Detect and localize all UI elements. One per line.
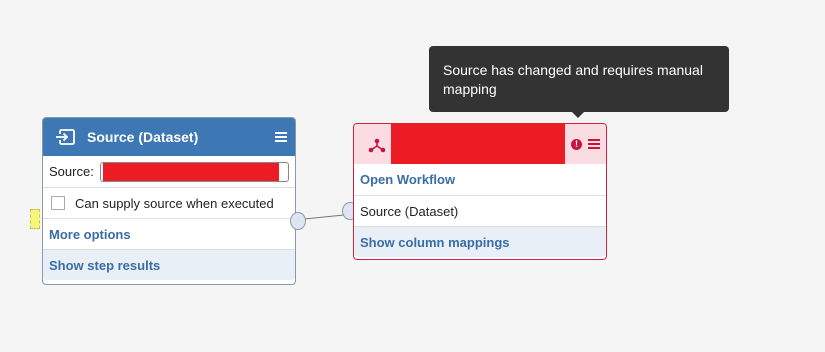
tooltip-arrow xyxy=(571,111,585,118)
workflow-node-header[interactable]: ! xyxy=(354,123,606,164)
source-node-header[interactable]: Source (Dataset) xyxy=(43,118,295,156)
hamburger-menu-icon[interactable] xyxy=(588,139,600,149)
open-workflow-link[interactable]: Open Workflow xyxy=(354,164,606,195)
hamburger-menu-icon[interactable] xyxy=(275,132,287,142)
more-options-link[interactable]: More options xyxy=(43,218,295,249)
exclamation-circle-icon[interactable]: ! xyxy=(571,138,582,150)
redacted-workflow-title xyxy=(391,123,565,164)
show-column-mappings-link[interactable]: Show column mappings xyxy=(354,226,606,257)
workflow-input-label: Source (Dataset) xyxy=(354,195,606,226)
supply-source-label: Can supply source when executed xyxy=(75,195,274,211)
source-changed-tooltip: Source has changed and requires manual m… xyxy=(429,46,729,118)
tooltip-text: Source has changed and requires manual m… xyxy=(443,62,703,97)
input-port-placeholder[interactable] xyxy=(30,209,40,229)
supply-source-checkbox[interactable] xyxy=(51,196,65,210)
show-step-results-link[interactable]: Show step results xyxy=(43,249,295,280)
source-select-field[interactable] xyxy=(99,161,289,182)
redacted-source-value xyxy=(102,162,279,181)
workflow-node[interactable]: ! Open Workflow Source (Dataset) Show co… xyxy=(353,123,607,260)
source-dataset-node[interactable]: Source (Dataset) Source: Can supply sour… xyxy=(42,117,296,285)
input-arrow-icon xyxy=(56,129,75,145)
supply-source-row[interactable]: Can supply source when executed xyxy=(43,187,295,218)
source-output-port[interactable] xyxy=(290,212,306,230)
workflow-tree-icon xyxy=(368,138,386,153)
source-select-row: Source: xyxy=(43,156,295,187)
source-label: Source: xyxy=(49,164,94,179)
source-node-title: Source (Dataset) xyxy=(87,129,199,145)
